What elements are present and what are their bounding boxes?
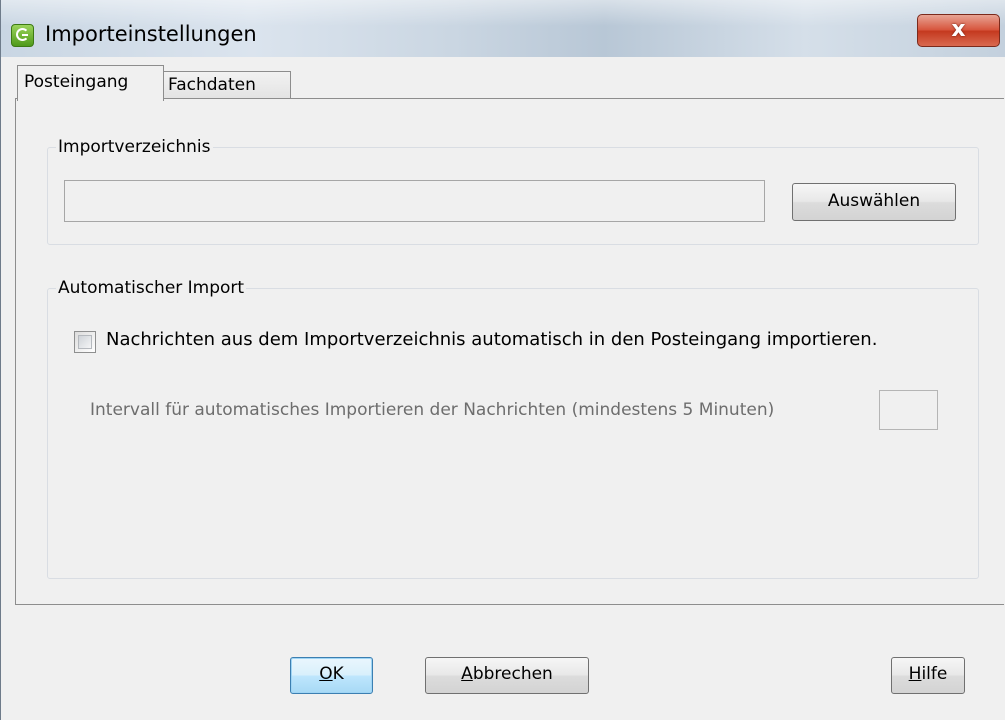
help-mnemonic: H — [908, 664, 922, 684]
tab-posteingang[interactable]: Posteingang — [17, 65, 164, 101]
cancel-label: bbrechen — [472, 664, 553, 684]
title-bar[interactable]: Importeinstellungen x — [1, 0, 1005, 57]
auto-import-checkbox[interactable] — [74, 331, 96, 353]
tab-strip: Posteingang Fachdaten — [13, 57, 1005, 101]
ok-label: K — [332, 664, 344, 684]
help-label: ilfe — [921, 664, 948, 684]
ok-mnemonic: O — [319, 664, 333, 684]
ok-button[interactable]: OK — [290, 657, 373, 694]
auto-import-checkbox-label[interactable]: Nachrichten aus dem Importverzeichnis au… — [106, 329, 877, 350]
window-title: Importeinstellungen — [45, 22, 257, 46]
import-path-field[interactable] — [64, 180, 765, 222]
select-directory-button[interactable]: Auswählen — [792, 183, 956, 221]
auto-import-legend: Automatischer Import — [58, 278, 245, 298]
close-icon: x — [951, 17, 966, 42]
interval-label: Intervall für automatisches Importieren … — [90, 400, 775, 420]
cancel-button[interactable]: Abbrechen — [425, 657, 589, 694]
import-directory-legend: Importverzeichnis — [58, 137, 211, 157]
help-button[interactable]: Hilfe — [891, 657, 965, 694]
auto-import-group: Automatischer Import — [47, 278, 979, 579]
app-logo-icon — [11, 24, 34, 47]
close-button[interactable]: x — [917, 14, 1000, 47]
tab-fachdaten[interactable]: Fachdaten — [163, 71, 291, 99]
cancel-mnemonic: A — [461, 664, 473, 684]
interval-minutes-field[interactable] — [879, 390, 938, 430]
dialog-window: Importeinstellungen x Posteingang Fachda… — [0, 0, 1005, 720]
